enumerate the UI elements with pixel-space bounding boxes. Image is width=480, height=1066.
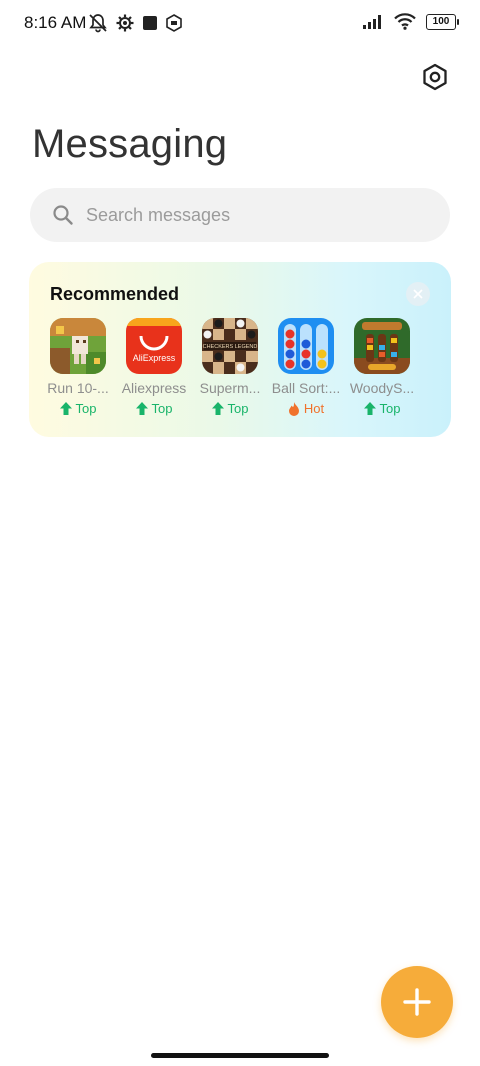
app-badge-label: Top [75,401,97,416]
recommended-apps: Run 10-... Top AliExpress Aliexpress Top… [47,318,414,416]
app-badge: Top [135,401,173,416]
aliexpress-app-icon: AliExpress [126,318,182,374]
app-badge-label: Top [151,401,173,416]
app-name: Superm... [199,380,261,396]
search-icon [53,205,73,225]
aliexpress-icon-text: AliExpress [133,353,176,363]
app-item[interactable]: CHECKERS LEGEND Superm... Top [200,318,260,416]
signal-icon [363,14,381,29]
close-icon [413,289,423,299]
status-time: 8:16 AM [24,13,87,32]
new-message-button[interactable] [381,966,453,1038]
app-name: Aliexpress [121,380,187,396]
recommended-card: Recommended Run 10-... Top AliExpress Al… [29,262,451,437]
status-bar: 8:16 AM 100 [0,0,480,48]
app-item[interactable]: Ball Sort:... Hot [272,318,340,416]
app-name: Run 10-... [47,380,109,396]
settings-hexagon-icon [423,63,447,91]
wifi-icon [394,13,416,30]
app-badge: Top [363,401,401,416]
app-name: Ball Sort:... [271,380,341,396]
checkers-app-icon: CHECKERS LEGEND [202,318,258,374]
search-placeholder: Search messages [86,204,231,225]
plus-icon [403,988,431,1016]
app-item[interactable]: WoodyS... Top [350,318,414,416]
app-badge: Top [59,401,97,416]
woody-sort-app-icon [354,318,410,374]
arrow-up-icon [363,402,376,415]
run-game-app-icon [50,318,106,374]
app-badge: Top [211,401,249,416]
arrow-up-icon [211,402,224,415]
app-item[interactable]: Run 10-... Top [47,318,109,416]
square-icon [143,16,157,30]
page-title: Messaging [32,122,228,166]
gear-status-icon [116,14,134,32]
app-item[interactable]: AliExpress Aliexpress Top [122,318,186,416]
settings-button[interactable] [418,60,452,94]
mute-icon [89,14,107,33]
arrow-up-icon [59,402,72,415]
app-badge-label: Top [227,401,249,416]
battery-icon: 100 [426,13,459,30]
shield-status-icon [166,14,182,32]
app-name: WoodyS... [349,380,415,396]
flame-icon [288,401,299,416]
status-icons-right: 100 [362,13,459,30]
app-badge-label: Hot [303,401,325,416]
status-icons-left [88,13,182,33]
ball-sort-app-icon [278,318,334,374]
recommended-close-button[interactable] [406,282,430,306]
arrow-up-icon [135,402,148,415]
home-indicator[interactable] [151,1053,329,1058]
search-input[interactable]: Search messages [30,188,450,242]
app-badge: Hot [288,401,324,416]
app-badge-label: Top [379,401,401,416]
recommended-title: Recommended [50,284,180,304]
checkers-icon-text: CHECKERS LEGEND [203,344,258,350]
